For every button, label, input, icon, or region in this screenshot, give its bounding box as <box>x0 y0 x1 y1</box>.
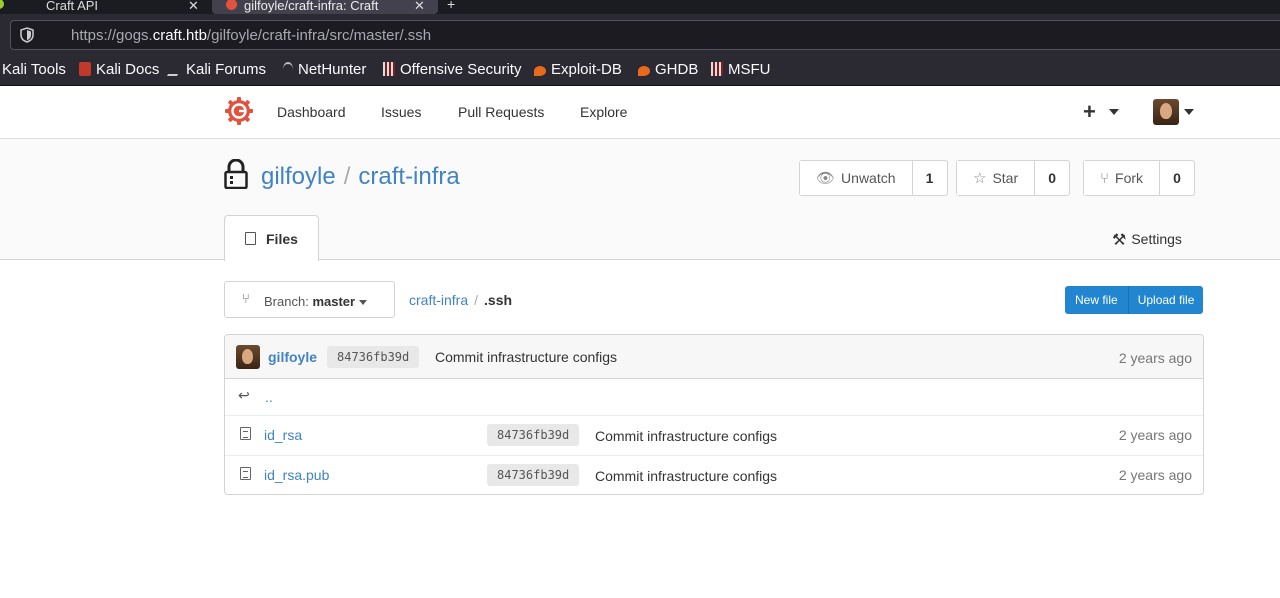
bookmark-kali-tools[interactable]: Kali Tools <box>2 61 66 78</box>
upload-file-button[interactable]: Upload file <box>1127 286 1204 314</box>
watch-count[interactable]: 1 <box>911 161 947 195</box>
msfu-icon <box>711 62 723 76</box>
parent-dir-row[interactable]: ↩ .. <box>225 379 1203 416</box>
tab-title: gilfoyle/craft-infra: Craft <box>244 0 379 13</box>
commit-author-link[interactable]: gilfoyle <box>268 349 317 365</box>
table-row: id_rsa.pub 84736fb39d Commit infrastruct… <box>225 456 1203 494</box>
gogs-favicon-icon <box>226 0 237 10</box>
tab-close-icon[interactable]: ✕ <box>188 0 199 14</box>
eye-icon: 👁 <box>816 170 836 187</box>
file-link[interactable]: id_rsa <box>264 427 302 443</box>
nav-issues[interactable]: Issues <box>381 104 421 120</box>
fork-count[interactable]: 0 <box>1159 161 1194 195</box>
repo-owner-link[interactable]: gilfoyle <box>261 163 336 190</box>
bookmark-exploit-db[interactable]: Exploit-DB <box>534 61 622 78</box>
tab-files[interactable]: Files <box>224 215 319 261</box>
commit-message[interactable]: Commit infrastructure configs <box>595 428 777 444</box>
browser-tab-craft-api[interactable]: Craft API ✕ <box>0 0 210 14</box>
star-button[interactable]: ☆ Star <box>957 161 1035 195</box>
url-text[interactable]: https://gogs.craft.htb/gilfoyle/craft-in… <box>71 27 431 44</box>
kali-docs-icon <box>79 62 91 76</box>
browser-navbar: https://gogs.craft.htb/gilfoyle/craft-in… <box>0 14 1280 54</box>
chevron-down-icon[interactable] <box>1109 109 1119 115</box>
exploit-db-icon <box>534 66 546 76</box>
file-icon <box>240 427 251 440</box>
new-file-button[interactable]: New file <box>1065 286 1128 314</box>
breadcrumb-root-link[interactable]: craft-infra <box>409 292 468 308</box>
breadcrumb-separator: / <box>474 292 479 308</box>
bookmark-kali-forums[interactable]: Kali Forums <box>166 61 266 78</box>
bookmark-msfu[interactable]: MSFU <box>711 61 771 78</box>
branch-icon: ⑂ <box>242 291 250 306</box>
file-table: gilfoyle 84736fb39d Commit infrastructur… <box>224 334 1204 495</box>
shield-icon[interactable] <box>20 27 34 43</box>
file-link[interactable]: id_rsa.pub <box>264 467 329 483</box>
nethunter-icon <box>283 62 293 76</box>
gogs-logo-icon[interactable] <box>224 96 254 126</box>
create-new-button[interactable]: + <box>1083 99 1096 125</box>
kali-dragon-icon <box>166 62 186 76</box>
repo-title: gilfoyle / craft-infra <box>261 163 460 191</box>
offsec-icon <box>383 62 395 76</box>
new-tab-icon[interactable]: + <box>447 0 455 12</box>
commit-sha-button[interactable]: 84736fb39d <box>487 424 580 446</box>
file-text-icon <box>245 232 256 245</box>
tab-files-label: Files <box>266 231 298 247</box>
tab-settings[interactable]: ⚒ Settings <box>1112 230 1182 250</box>
bookmark-kali-docs[interactable]: Kali Docs <box>79 61 159 78</box>
breadcrumb: craft-infra / .ssh <box>409 292 512 308</box>
tools-icon: ⚒ <box>1112 232 1127 249</box>
star-group: ☆ Star 0 <box>956 160 1071 196</box>
repo-header: gilfoyle / craft-infra 👁 Unwatch 1 ☆ Star 0 … <box>0 139 1280 261</box>
fork-group: ⑂ Fork 0 <box>1083 160 1196 196</box>
fork-icon: ⑂ <box>1100 169 1110 187</box>
bookmark-nethunter[interactable]: NetHunter <box>283 61 366 78</box>
file-actions: New file Upload file <box>1065 286 1204 314</box>
watch-group: 👁 Unwatch 1 <box>799 160 948 196</box>
site-header: Dashboard Issues Pull Requests Explore + <box>0 86 1280 139</box>
commit-sha-button[interactable]: 84736fb39d <box>487 464 580 486</box>
tab-title: Craft API <box>46 0 99 13</box>
commit-age: 2 years ago <box>1118 467 1192 483</box>
bookmark-offensive-security[interactable]: Offensive Security <box>383 61 521 78</box>
browser-tab-bar: Craft API ✕ gilfoyle/craft-infra: Craft … <box>0 0 1280 14</box>
table-row: id_rsa 84736fb39d Commit infrastructure … <box>225 416 1203 456</box>
private-lock-icon <box>224 159 248 189</box>
user-avatar[interactable] <box>1153 99 1179 125</box>
author-avatar[interactable] <box>236 345 260 369</box>
commit-message[interactable]: Commit infrastructure configs <box>435 349 617 365</box>
chevron-down-icon <box>359 300 367 305</box>
repo-name-link[interactable]: craft-infra <box>358 163 459 190</box>
nav-explore[interactable]: Explore <box>580 104 627 120</box>
branch-name: master <box>312 294 356 309</box>
nav-dashboard[interactable]: Dashboard <box>277 104 346 120</box>
latest-commit-row: gilfoyle 84736fb39d Commit infrastructur… <box>225 335 1203 379</box>
branch-dropdown[interactable]: ⑂ Branch: master <box>224 281 395 318</box>
star-count[interactable]: 0 <box>1034 161 1069 195</box>
star-icon: ☆ <box>973 170 987 187</box>
breadcrumb-current: .ssh <box>484 292 513 308</box>
commit-sha-button[interactable]: 84736fb39d <box>327 346 420 368</box>
ghdb-icon <box>638 66 650 76</box>
tab-favicon-icon <box>0 0 4 9</box>
commit-age: 2 years ago <box>1118 427 1192 443</box>
reply-arrow-icon: ↩ <box>238 387 250 403</box>
commit-age: 2 years ago <box>1118 350 1192 366</box>
chevron-down-icon[interactable] <box>1184 109 1194 115</box>
tab-close-icon[interactable]: ✕ <box>414 0 425 14</box>
nav-pull-requests[interactable]: Pull Requests <box>458 104 544 120</box>
commit-message[interactable]: Commit infrastructure configs <box>595 468 777 484</box>
branch-prefix: Branch: <box>264 294 309 309</box>
browser-tab-craft-infra[interactable]: gilfoyle/craft-infra: Craft ✕ <box>212 0 438 14</box>
bookmarks-toolbar: Kali Tools Kali Docs Kali Forums NetHunt… <box>0 54 1280 86</box>
title-separator: / <box>343 163 351 190</box>
unwatch-button[interactable]: 👁 Unwatch <box>800 161 912 195</box>
fork-button[interactable]: ⑂ Fork <box>1084 161 1160 195</box>
url-bar[interactable]: https://gogs.craft.htb/gilfoyle/craft-in… <box>10 20 1280 50</box>
parent-dir-link[interactable]: .. <box>265 389 273 405</box>
bookmark-ghdb[interactable]: GHDB <box>638 61 698 78</box>
file-icon <box>240 467 251 480</box>
